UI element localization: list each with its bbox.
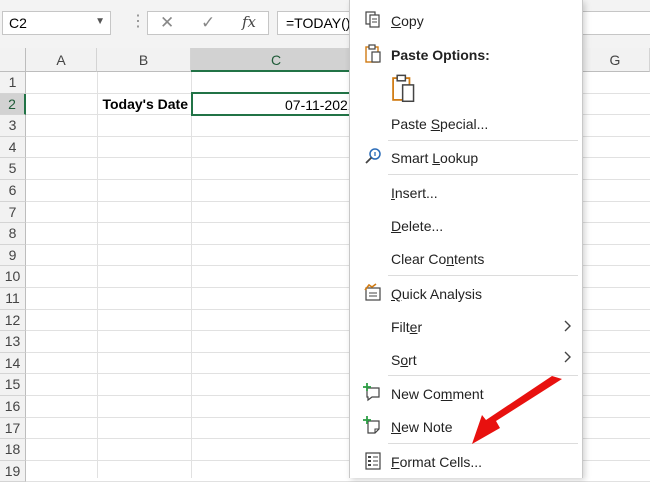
menu-item-label: Sort [391,352,417,368]
row-header-3[interactable]: 3 [0,115,26,137]
new-note-icon [363,416,380,434]
menu-item-label: Filter [391,319,423,335]
formula-text[interactable]: =TODAY() [286,15,350,31]
menu-item-filter[interactable]: Filter [350,314,582,340]
row-header-6[interactable]: 6 [0,180,26,202]
column-header-c[interactable]: C [191,48,351,72]
menu-item-label: Paste Special... [391,116,489,132]
paste-button[interactable] [386,72,426,106]
column-header-b[interactable]: B [97,48,191,72]
menu-item-label: Smart Lookup [391,150,479,166]
name-box-value[interactable]: C2 [9,15,27,31]
chevron-right-icon [564,320,571,332]
column-header-c-label: C [271,52,282,68]
menu-item-sort[interactable]: Sort [350,346,582,372]
menu-separator [388,140,578,141]
menu-item-smart-lookup[interactable]: Smart Lookup [350,145,582,171]
row-header-10[interactable]: 10 [0,266,26,288]
clipboard-icon [365,44,381,63]
row-header-1[interactable]: 1 [0,72,26,94]
paste-icon [392,74,415,103]
row-header-13[interactable]: 13 [0,331,26,353]
select-all-corner[interactable] [0,48,26,72]
column-header-g[interactable]: G [581,48,650,72]
chevron-right-icon [564,351,571,363]
name-box[interactable]: C2 ▼ [2,11,111,35]
insert-function-icon[interactable]: fx [242,13,256,31]
annotation-arrow [472,376,562,444]
cell-c2-value: 07-11-2021 [285,97,351,113]
row-header-9[interactable]: 9 [0,244,26,267]
row-header-7[interactable]: 7 [0,201,26,224]
row-header-11[interactable]: 11 [0,288,26,310]
menu-section-paste-options: Paste Options: [350,42,582,68]
row-header-15[interactable]: 15 [0,374,26,396]
row-header-14[interactable]: 14 [0,352,26,375]
row-header-18[interactable]: 18 [0,439,26,461]
row-header-17[interactable]: 17 [0,417,26,440]
cell-b2[interactable]: Today's Date [97,94,191,116]
formula-buttons: ✕ ✓ fx [147,11,269,35]
menu-separator [388,275,578,276]
menu-item-label: Copy [391,13,424,29]
row-header-4[interactable]: 4 [0,136,26,159]
quick-analysis-icon [364,283,381,301]
row-header-8[interactable]: 8 [0,223,26,245]
row-header-2[interactable]: 2 [0,93,26,116]
new-comment-icon [363,383,380,402]
menu-item-clear-contents[interactable]: Clear Contents [350,246,582,272]
copy-icon [365,11,380,28]
column-header-a[interactable]: A [26,48,97,72]
menu-item-insert[interactable]: Insert... [350,180,582,206]
menu-item-label: Quick Analysis [391,286,483,302]
smart-lookup-icon [365,148,381,164]
row-header-16[interactable]: 16 [0,396,26,418]
row-header-12[interactable]: 12 [0,309,26,332]
drag-handle-icon[interactable]: ⋮ [130,12,146,32]
chevron-down-icon[interactable]: ▼ [95,16,105,27]
cell-c2-selected[interactable]: 07-11-2021 [191,92,351,116]
menu-item-delete[interactable]: Delete... [350,213,582,239]
cancel-icon[interactable]: ✕ [160,13,174,33]
menu-item-label: Clear Contents [391,251,485,267]
menu-separator [388,174,578,175]
menu-item-label: Insert... [391,185,438,201]
format-cells-icon [365,452,381,470]
menu-item-quick-analysis[interactable]: Quick Analysis [350,281,582,307]
row-header-19[interactable]: 19 [0,460,26,482]
enter-icon[interactable]: ✓ [201,13,215,33]
menu-item-paste-special[interactable]: Paste Special... [350,112,582,138]
row-header-5[interactable]: 5 [0,158,26,180]
menu-item-label: Delete... [391,218,444,234]
menu-item-copy[interactable]: Copy [350,8,582,34]
paste-options-heading: Paste Options: [391,47,490,63]
